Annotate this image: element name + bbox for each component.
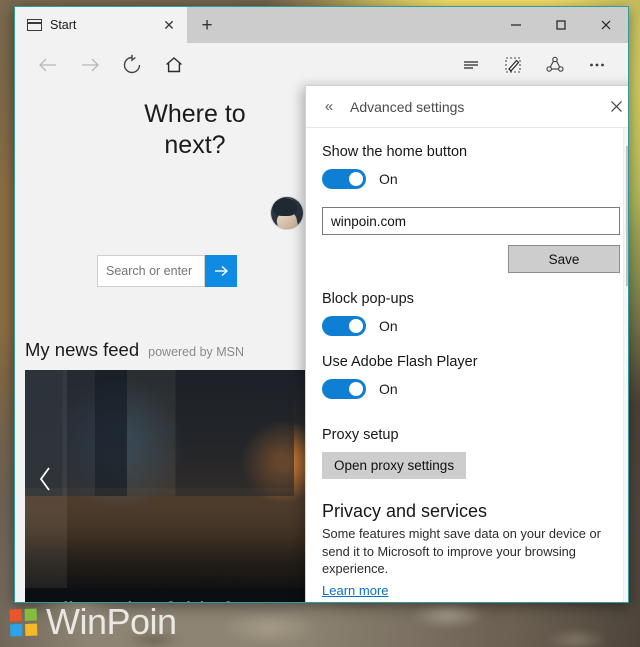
- block-popups-toggle[interactable]: [322, 316, 366, 336]
- avatar[interactable]: [271, 197, 303, 229]
- close-icon: [601, 20, 610, 30]
- learn-more-link[interactable]: Learn more: [322, 583, 388, 598]
- new-tab-button[interactable]: +: [187, 7, 227, 43]
- block-popups-toggle-row: On: [322, 316, 620, 336]
- scrollbar-thumb[interactable]: [626, 146, 628, 286]
- windows-logo-icon: [9, 608, 38, 636]
- search-input[interactable]: [97, 255, 205, 287]
- page-title: Where to next?: [144, 100, 246, 160]
- forward-button[interactable]: [69, 44, 111, 86]
- scroll-up-arrow-icon[interactable]: ⌃: [624, 128, 629, 143]
- home-button-setting-label: Show the home button: [322, 144, 468, 160]
- minimize-icon: [510, 24, 521, 26]
- share-icon: [546, 56, 564, 72]
- flash-player-setting-label: Use Adobe Flash Player: [322, 354, 478, 370]
- home-icon: [166, 57, 182, 73]
- toggle-knob: [349, 319, 363, 333]
- news-previous-button[interactable]: [25, 370, 67, 588]
- minimize-window-button[interactable]: [493, 7, 538, 43]
- privacy-section-heading: Privacy and services: [322, 501, 488, 521]
- back-arrow-icon: [39, 58, 56, 72]
- browser-tab-start[interactable]: Start ✕: [15, 7, 187, 43]
- block-popups-toggle-state: On: [379, 318, 398, 334]
- ellipsis-icon: [590, 63, 604, 67]
- maximize-icon: [555, 20, 566, 30]
- flash-player-toggle[interactable]: [322, 379, 366, 399]
- privacy-section-description: Some features might save data on your de…: [322, 526, 601, 577]
- search-bar: [97, 255, 237, 287]
- close-tab-icon[interactable]: ✕: [159, 15, 179, 35]
- settings-panel-header: « Advanced settings: [306, 86, 628, 128]
- navigation-bar: [15, 43, 628, 87]
- flash-player-toggle-state: On: [379, 381, 398, 397]
- tab-title: Start: [50, 18, 77, 32]
- winpoin-watermark: WinPoin: [9, 601, 177, 643]
- news-feed-title: My news feed: [25, 339, 140, 360]
- reading-view-icon: [464, 61, 478, 69]
- tab-strip: Start ✕ +: [15, 7, 628, 43]
- close-icon: [610, 101, 622, 112]
- tab-favicon-icon: [27, 19, 42, 31]
- news-feed-subtitle: powered by MSN: [148, 345, 245, 359]
- proxy-setup-label: Proxy setup: [322, 427, 399, 443]
- share-button[interactable]: [534, 44, 576, 86]
- advanced-settings-panel: « Advanced settings Show the home button: [305, 85, 629, 602]
- news-headline[interactable]: Blizzard unfolds from De: [47, 598, 308, 602]
- web-note-pen-icon: [505, 57, 521, 73]
- settings-panel-title: Advanced settings: [350, 98, 465, 115]
- save-button-row: Save: [322, 245, 620, 273]
- edge-browser-window: Start ✕ + Where to next? Search or enter…: [14, 6, 629, 603]
- home-button-toggle[interactable]: [322, 169, 366, 189]
- home-page-url-input[interactable]: [322, 207, 620, 235]
- toggle-knob: [349, 382, 363, 396]
- maximize-window-button[interactable]: [538, 7, 583, 43]
- back-button[interactable]: [27, 44, 69, 86]
- search-go-button[interactable]: [205, 255, 237, 287]
- forward-arrow-icon: [82, 58, 99, 72]
- settings-panel-body: Show the home button On Save Block pop-u…: [306, 128, 629, 602]
- refresh-button[interactable]: [111, 44, 153, 86]
- navbar-actions: [450, 44, 618, 86]
- refresh-icon: [123, 54, 141, 74]
- settings-back-button[interactable]: «: [316, 94, 342, 120]
- home-button[interactable]: [153, 44, 195, 86]
- scroll-down-arrow-icon[interactable]: ⌄: [624, 590, 629, 602]
- arrow-right-icon: [215, 265, 229, 277]
- flash-player-toggle-row: On: [322, 379, 620, 399]
- open-proxy-settings-button[interactable]: Open proxy settings: [322, 452, 467, 479]
- more-actions-button[interactable]: [576, 44, 618, 86]
- settings-close-button[interactable]: [600, 91, 628, 123]
- news-feed-header: My news feed powered by MSN: [25, 339, 244, 361]
- desktop-wallpaper: Start ✕ + Where to next? Search or enter…: [0, 0, 640, 647]
- window-controls: [493, 7, 628, 43]
- toggle-knob: [349, 172, 363, 186]
- settings-scrollbar[interactable]: ⌃ ⌄: [623, 128, 629, 602]
- chevron-left-icon: [39, 467, 50, 491]
- watermark-text: WinPoin: [46, 601, 177, 642]
- save-button[interactable]: Save: [508, 245, 620, 273]
- web-note-button[interactable]: [492, 44, 534, 86]
- home-button-toggle-state: On: [379, 171, 398, 187]
- home-button-toggle-row: On: [322, 169, 620, 189]
- close-window-button[interactable]: [583, 7, 628, 43]
- reading-view-button[interactable]: [450, 44, 492, 86]
- block-popups-setting-label: Block pop-ups: [322, 291, 414, 307]
